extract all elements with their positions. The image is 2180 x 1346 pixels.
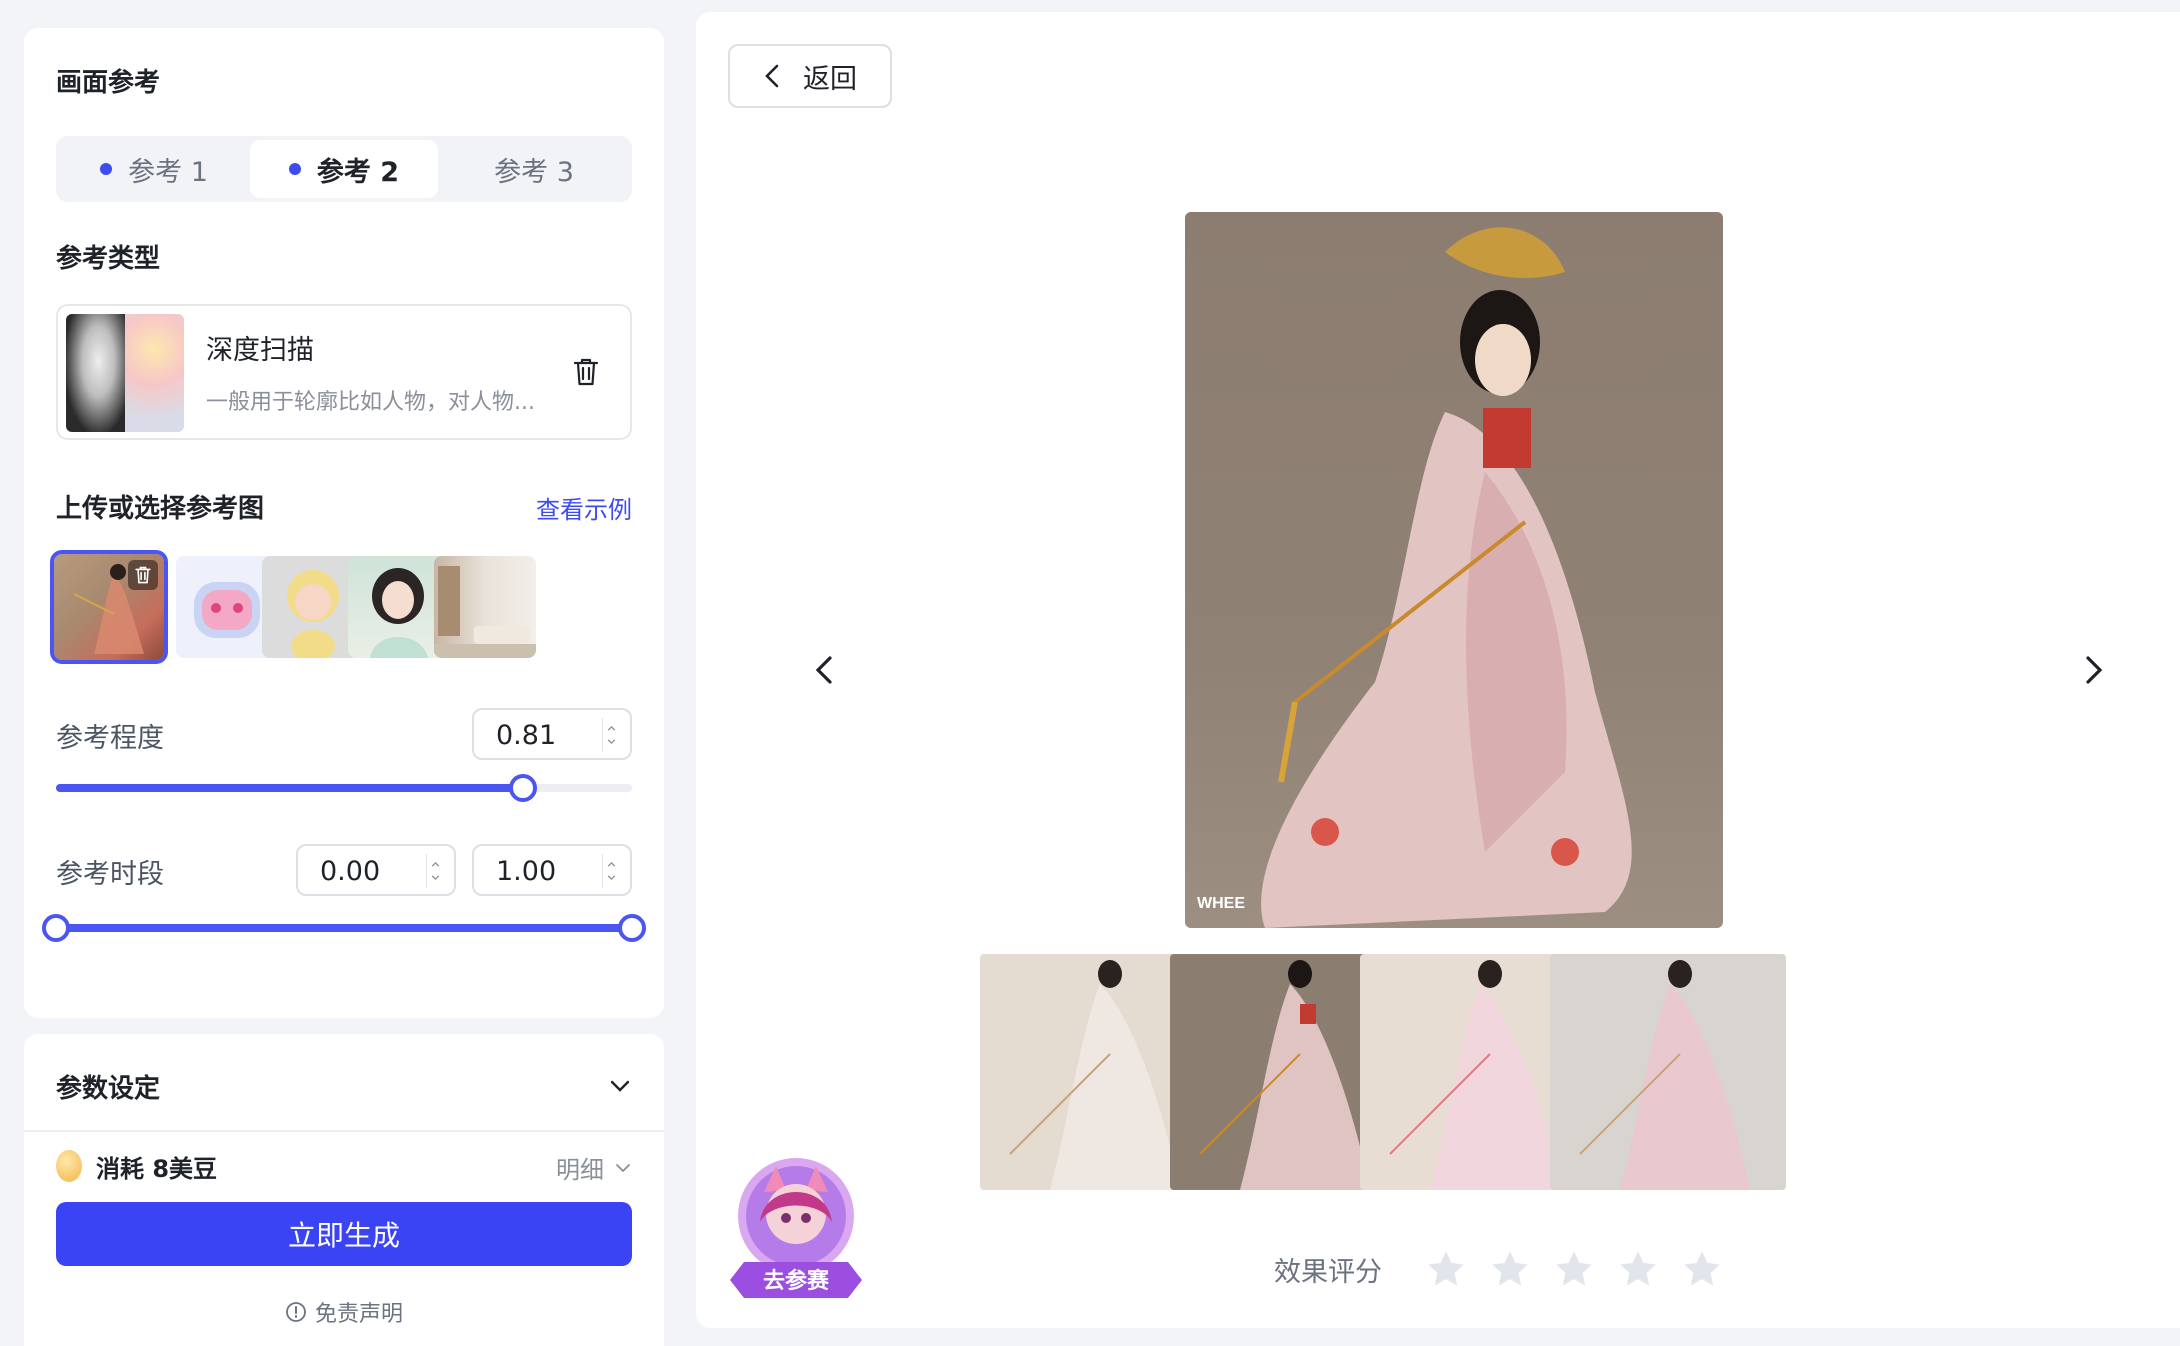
star-icon[interactable]: [1424, 1248, 1468, 1290]
tab-label: 参考 1: [128, 156, 208, 188]
reference-type-title: 参考类型: [56, 244, 161, 274]
chevron-left-icon: [765, 64, 779, 88]
status-dot: [100, 163, 113, 175]
star-icon[interactable]: [1488, 1248, 1532, 1290]
contest-badge-label: 去参赛: [763, 1268, 830, 1294]
time-range-label: 参考时段: [56, 859, 164, 890]
chevron-left-icon[interactable]: [806, 652, 842, 688]
view-example-link[interactable]: 查看示例: [536, 490, 632, 525]
detail-label: 明细: [556, 1156, 604, 1184]
upload-title: 上传或选择参考图: [56, 494, 265, 524]
reference-panel-title: 画面参考: [56, 68, 161, 98]
strength-value: 0.81: [496, 720, 557, 751]
contest-mascot-icon: 去参赛: [730, 1158, 862, 1298]
reference-thumbnail-selected[interactable]: [50, 550, 168, 664]
preview-panel: 返回 WHEE 去参赛 效果评分: [696, 12, 2180, 1328]
reference-type-name: 深度扫描: [206, 335, 314, 366]
cost-text: 消耗 8美豆: [96, 1154, 218, 1183]
contest-badge[interactable]: 去参赛: [724, 1152, 868, 1302]
strength-label: 参考程度: [56, 723, 164, 754]
watermark-text: WHEE: [1197, 895, 1245, 912]
reference-thumbnail-living-room[interactable]: [434, 556, 536, 658]
divider: [24, 1130, 664, 1132]
chevron-right-icon[interactable]: [2076, 652, 2112, 688]
bean-icon: [56, 1150, 82, 1182]
reference-type-card[interactable]: 深度扫描 一般用于轮廓比如人物，对人物...: [56, 304, 632, 440]
tab-label: 参考 3: [494, 156, 574, 188]
reference-tabs: 参考 1 参考 2 参考 3: [56, 136, 632, 202]
hanfu-woman-image: [1579, 960, 1750, 1190]
stepper-arrows-icon[interactable]: [426, 854, 442, 888]
strength-slider-fill: [56, 784, 523, 792]
star-icon[interactable]: [1552, 1248, 1596, 1290]
cost-row: 消耗 8美豆: [56, 1146, 217, 1186]
chevron-down-icon[interactable]: [608, 1074, 632, 1098]
time-end-stepper[interactable]: 1.00: [472, 844, 632, 896]
back-label: 返回: [803, 63, 857, 95]
generated-image-main[interactable]: WHEE: [1185, 212, 1723, 928]
params-title: 参数设定: [56, 1074, 161, 1104]
hanfu-woman-image: WHEE: [1197, 227, 1632, 928]
params-panel: 参数设定 消耗 8美豆 明细 立即生成 免责声明: [24, 1034, 664, 1346]
time-range-start-handle[interactable]: [42, 914, 70, 942]
disclaimer-label: 免责声明: [314, 1302, 403, 1327]
thumbnail-delete-button[interactable]: [128, 560, 158, 590]
tab-label: 参考 2: [316, 156, 400, 188]
generate-button[interactable]: 立即生成: [56, 1202, 632, 1266]
disclaimer-link[interactable]: 免责声明: [24, 1296, 664, 1328]
detail-link[interactable]: 明细: [556, 1150, 632, 1185]
time-range-end-handle[interactable]: [618, 914, 646, 942]
chevron-down-icon: [616, 1163, 630, 1172]
status-dot: [288, 163, 301, 175]
time-range-slider-fill: [56, 924, 632, 932]
stepper-arrows-icon[interactable]: [602, 854, 618, 888]
time-start-stepper[interactable]: 0.00: [296, 844, 456, 896]
strength-slider-handle[interactable]: [508, 774, 537, 802]
strength-stepper[interactable]: 0.81: [472, 708, 632, 760]
reference-type-thumbnail: [66, 314, 184, 432]
reference-type-description: 一般用于轮廓比如人物，对人物...: [206, 390, 535, 415]
tab-reference-2[interactable]: 参考 2: [250, 140, 438, 198]
tab-reference-3[interactable]: 参考 3: [440, 140, 628, 198]
living-room-image: [434, 566, 536, 658]
stepper-arrows-icon[interactable]: [602, 718, 618, 752]
star-icon[interactable]: [1616, 1248, 1660, 1290]
time-end-value: 1.00: [496, 856, 557, 887]
star-icon[interactable]: [1680, 1248, 1724, 1290]
reference-panel: 画面参考 参考 1 参考 2 参考 3 参考类型 深度扫描 一般用于轮廓比如人物…: [24, 28, 664, 1018]
back-button[interactable]: 返回: [728, 44, 892, 108]
time-start-value: 0.00: [320, 856, 381, 887]
info-icon: [286, 1302, 306, 1322]
trash-icon: [135, 566, 151, 584]
tab-reference-1[interactable]: 参考 1: [60, 140, 248, 198]
trash-icon[interactable]: [572, 356, 600, 388]
variant-thumbnail-4[interactable]: [1550, 954, 1786, 1190]
rating-label: 效果评分: [1274, 1257, 1382, 1288]
